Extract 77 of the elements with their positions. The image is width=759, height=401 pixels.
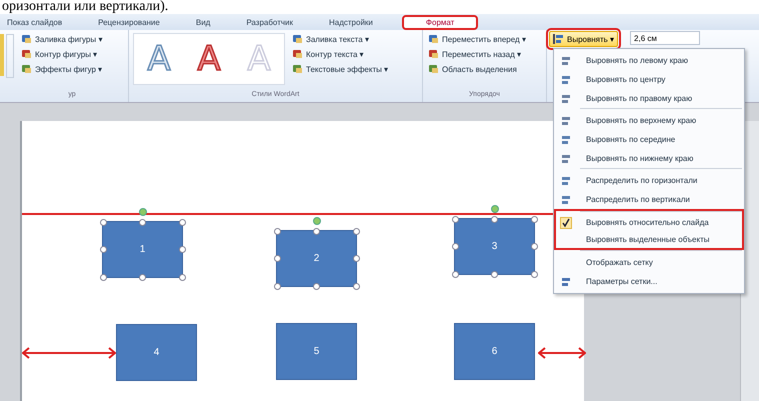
shape-icon [428, 34, 439, 44]
resize-handle[interactable] [352, 255, 360, 262]
align-option-icon [561, 56, 571, 66]
ribbon-button[interactable]: Переместить назад ▾ [427, 48, 527, 60]
menu-item[interactable]: Выровнять по центру [554, 70, 744, 89]
resize-handle[interactable] [352, 228, 360, 234]
double-arrow [538, 347, 586, 359]
resize-handle[interactable] [178, 274, 186, 280]
resize-handle[interactable] [100, 218, 106, 226]
shape-icon [21, 64, 32, 74]
menu-item[interactable]: Параметры сетки... [554, 272, 744, 291]
menu-item[interactable]: Выровнять по левому краю [554, 51, 744, 70]
align-option-icon [561, 194, 571, 204]
resize-handle[interactable] [313, 228, 320, 234]
menu-item[interactable]: Выровнять по нижнему краю [554, 149, 744, 168]
resize-handle[interactable] [491, 216, 498, 222]
check-icon [560, 216, 572, 228]
resize-handle[interactable] [352, 282, 360, 290]
ribbon-tab[interactable]: Вид [188, 16, 218, 28]
resize-handle[interactable] [139, 218, 146, 226]
resize-handle[interactable] [100, 274, 106, 280]
ribbon-tab[interactable]: Рецензирование [91, 16, 167, 28]
resize-handle[interactable] [530, 270, 538, 278]
ribbon-button[interactable]: Эффекты фигур ▾ [20, 63, 104, 75]
caption-fragment: оризонтали или вертикали). [1, 0, 170, 14]
align-icon [553, 34, 564, 44]
rotation-handle[interactable] [490, 205, 498, 213]
shape-icon [292, 34, 303, 44]
resize-handle[interactable] [452, 243, 458, 250]
menu-item[interactable]: Выровнять по правому краю [554, 89, 744, 108]
ribbon-button[interactable]: Переместить вперед ▾ [427, 33, 527, 45]
menu-item[interactable]: Распределить по вертикали [554, 190, 744, 209]
shape-icon [428, 64, 439, 74]
align-button[interactable]: Выровнять ▾ [549, 31, 618, 47]
align-option-icon [561, 134, 571, 144]
align-option-icon [561, 116, 571, 126]
ribbon-tab[interactable]: Показ слайдов [0, 16, 70, 28]
shape-icon [292, 64, 303, 74]
resize-handle[interactable] [100, 246, 106, 253]
resize-handle[interactable] [452, 270, 458, 278]
size-field[interactable]: 2,6 см [630, 31, 700, 45]
rectangle-shape[interactable]: 4 [116, 324, 197, 381]
resize-handle[interactable] [178, 246, 186, 253]
align-option-icon [561, 154, 571, 164]
shape-icon [428, 49, 439, 59]
menu-item[interactable]: Выровнять относительно слайда [554, 209, 744, 231]
ribbon-button[interactable]: Заливка текста ▾ [291, 33, 390, 45]
resize-handle[interactable] [178, 218, 186, 226]
rotation-handle[interactable] [138, 208, 146, 216]
ribbon-button[interactable]: Область выделения [427, 63, 527, 75]
shape-icon [21, 34, 32, 44]
resize-handle[interactable] [274, 282, 280, 290]
ribbon-tab[interactable]: Надстройки [322, 16, 380, 28]
resize-handle[interactable] [491, 270, 498, 278]
resize-handle[interactable] [274, 255, 280, 262]
ribbon-button[interactable]: Контур текста ▾ [291, 48, 390, 60]
align-option-icon [561, 276, 571, 286]
align-option-icon [561, 74, 571, 84]
ribbon-tab[interactable]: Формат [402, 14, 478, 30]
rotation-handle[interactable] [312, 217, 320, 225]
shape-icon [292, 49, 303, 59]
resize-handle[interactable] [139, 274, 146, 280]
resize-handle[interactable] [452, 216, 458, 222]
rectangle-shape[interactable]: 5 [276, 323, 357, 380]
resize-handle[interactable] [313, 282, 320, 290]
resize-handle[interactable] [530, 216, 538, 222]
ribbon-button[interactable]: Заливка фигуры ▾ [20, 33, 104, 45]
align-option-icon [561, 176, 571, 186]
ribbon-tab[interactable]: Разработчик [239, 16, 300, 28]
ribbon-button[interactable]: Контур фигуры ▾ [20, 48, 104, 60]
ribbon-button[interactable]: Текстовые эффекты ▾ [291, 63, 390, 75]
shape-icon [21, 49, 32, 59]
resize-handle[interactable] [274, 228, 280, 234]
rectangle-shape[interactable]: 6 [454, 323, 535, 380]
resize-handle[interactable] [530, 243, 538, 250]
align-option-icon [561, 94, 571, 104]
menu-item[interactable]: Выровнять по середине [554, 130, 744, 149]
